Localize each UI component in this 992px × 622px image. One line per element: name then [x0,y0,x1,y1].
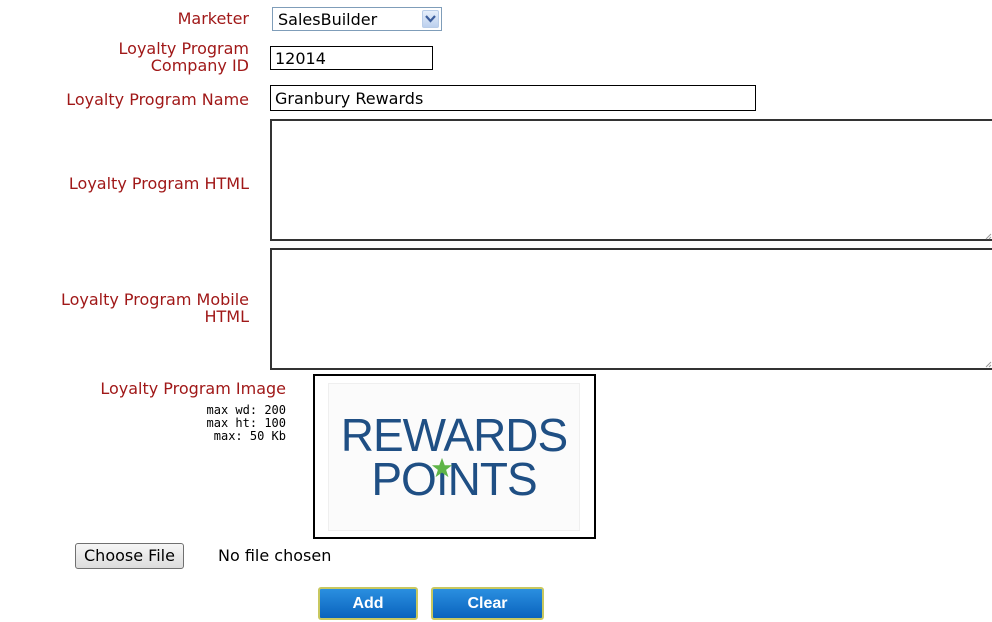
program-html-textarea[interactable] [270,119,992,241]
mobile-html-label-line1: Loyalty Program Mobile [60,290,249,309]
resize-grip-icon[interactable] [984,360,992,368]
choose-file-button[interactable]: Choose File [75,543,184,569]
logo-line-2: PO ıNTS [329,456,579,502]
company-id-label-line1: Loyalty Program [118,39,249,58]
program-image-preview: REWARDS PO ıNTS [313,374,596,539]
marketer-label: Marketer [177,9,249,28]
mobile-html-label: Loyalty Program Mobile HTML [61,291,249,325]
mobile-html-textarea[interactable] [270,248,992,370]
marketer-select[interactable]: SalesBuilder [272,7,442,31]
program-html-label: Loyalty Program HTML [68,174,249,193]
program-image-label: Loyalty Program Image [100,379,286,398]
chevron-down-icon[interactable] [422,10,439,28]
image-hint-size: max: 50 Kb [213,429,286,443]
program-name-input[interactable] [270,85,756,111]
resize-grip-icon[interactable] [984,232,992,240]
company-id-input[interactable] [270,46,433,70]
rewards-points-logo: REWARDS PO ıNTS [328,383,580,531]
program-name-label: Loyalty Program Name [66,90,249,109]
file-status-text: No file chosen [218,546,332,565]
mobile-html-label-line2: HTML [204,307,249,326]
logo-i-with-star: ı [431,456,452,502]
logo-line-2-part-a: PO [371,453,436,505]
marketer-select-value: SalesBuilder [278,9,378,29]
logo-line-2-part-b: NTS [447,453,538,505]
add-button[interactable]: Add [318,587,418,620]
star-icon [431,457,452,478]
company-id-label: Loyalty Program Company ID [119,40,249,74]
logo-line-1: REWARDS [340,409,568,461]
company-id-label-line2: Company ID [150,56,249,75]
clear-button[interactable]: Clear [431,587,544,620]
